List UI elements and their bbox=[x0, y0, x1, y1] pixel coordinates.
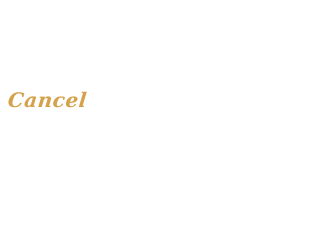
dialog-canvas: Cancel bbox=[0, 0, 200, 200]
cancel-button-label: Cancel bbox=[6, 88, 89, 112]
cancel-button[interactable]: Cancel bbox=[7, 83, 88, 117]
